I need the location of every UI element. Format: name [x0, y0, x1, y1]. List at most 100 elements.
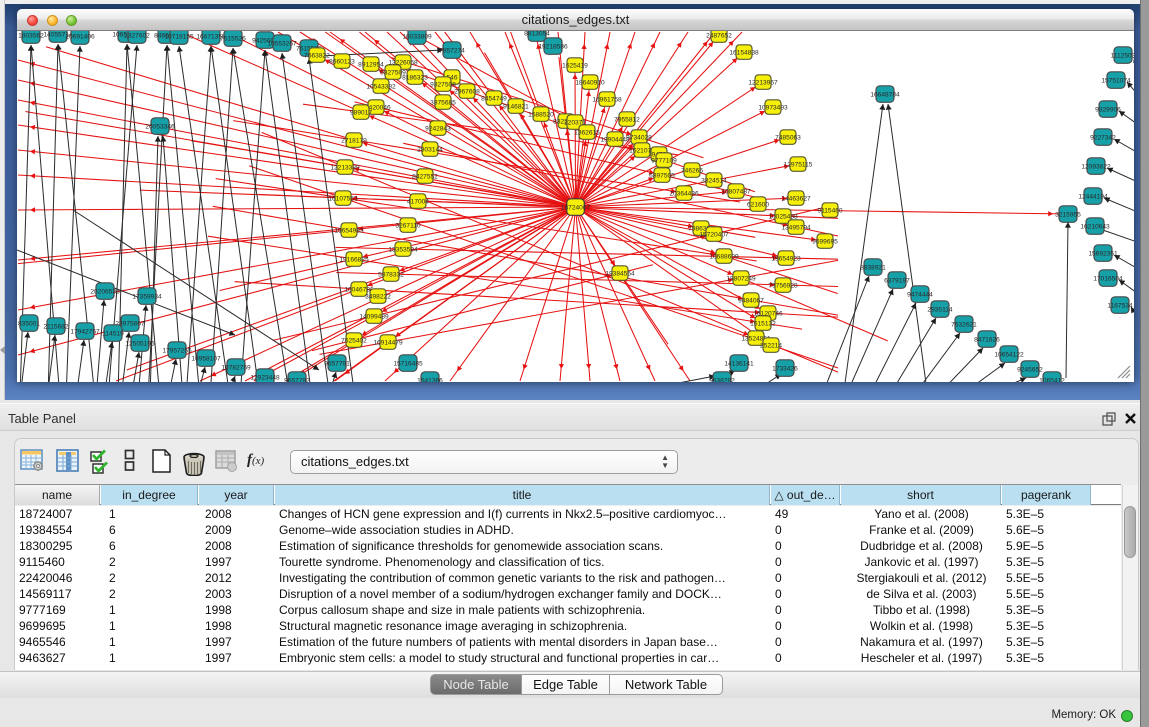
svg-text:2718179: 2718179: [341, 137, 367, 144]
svg-text:2487652: 2487652: [706, 32, 732, 39]
svg-text:7955812: 7955812: [614, 116, 640, 123]
svg-text:17016504: 17016504: [1093, 275, 1123, 282]
svg-text:14136141: 14136141: [724, 360, 754, 367]
svg-text:19654923: 19654923: [771, 255, 801, 262]
svg-text:1362615: 1362615: [574, 129, 600, 136]
svg-text:16033809: 16033809: [402, 33, 432, 40]
svg-text:17942757: 17942757: [70, 328, 100, 335]
svg-text:16914479: 16914479: [373, 339, 403, 346]
svg-text:2115682: 2115682: [43, 323, 69, 330]
svg-text:19654983: 19654983: [334, 227, 364, 234]
svg-text:1112503: 1112503: [1111, 52, 1134, 59]
svg-text:16154838: 16154838: [729, 49, 759, 56]
svg-text:2803144: 2803144: [417, 146, 443, 153]
svg-text:9657791: 9657791: [324, 360, 350, 367]
svg-text:19218586: 19218586: [538, 43, 568, 50]
svg-text:12444194: 12444194: [1078, 193, 1108, 200]
svg-text:3215955: 3215955: [1055, 211, 1081, 218]
svg-text:8813054: 8813054: [524, 31, 550, 37]
svg-text:12975115: 12975115: [784, 161, 813, 168]
svg-text:9146821: 9146821: [503, 103, 529, 110]
svg-text:7857274: 7857274: [439, 47, 465, 54]
svg-text:9245652: 9245652: [1017, 366, 1043, 373]
svg-text:3267110: 3267110: [395, 222, 421, 229]
svg-text:6897505: 6897505: [649, 172, 675, 179]
svg-text:9484067: 9484067: [738, 297, 764, 304]
svg-text:20364436: 20364436: [669, 190, 699, 197]
svg-text:3498222: 3498222: [365, 293, 391, 300]
svg-text:16961758: 16961758: [592, 96, 622, 103]
svg-text:8454749: 8454749: [481, 95, 507, 102]
svg-text:9638292: 9638292: [709, 377, 735, 382]
svg-text:5878332: 5878332: [378, 271, 404, 278]
svg-text:18640910: 18640910: [575, 79, 605, 86]
svg-text:9657792: 9657792: [284, 377, 310, 382]
svg-text:1625419: 1625419: [562, 62, 588, 69]
svg-text:13495794: 13495794: [781, 224, 811, 231]
svg-text:12923448: 12923448: [250, 374, 280, 381]
svg-text:17359934: 17359934: [132, 293, 162, 300]
svg-text:20206536: 20206536: [90, 288, 120, 295]
svg-text:12505195: 12505195: [125, 340, 155, 347]
svg-text:10973493: 10973493: [758, 104, 788, 111]
svg-text:835001: 835001: [18, 320, 40, 327]
svg-text:10719155: 10719155: [164, 33, 194, 40]
svg-text:7515526: 7515526: [220, 35, 246, 42]
svg-text:1065412: 1065412: [1039, 377, 1065, 382]
svg-text:16107553: 16107553: [328, 195, 358, 202]
svg-text:7632621: 7632621: [951, 321, 977, 328]
svg-text:9734028: 9734028: [626, 134, 652, 141]
svg-text:9777109: 9777109: [651, 157, 677, 164]
svg-text:17957255: 17957255: [162, 347, 192, 354]
svg-text:13353594: 13353594: [388, 246, 418, 253]
svg-text:10654122: 10654122: [994, 351, 1024, 358]
svg-text:18807249: 18807249: [726, 275, 756, 282]
svg-text:7485063: 7485063: [775, 134, 801, 141]
svg-text:621600: 621600: [747, 201, 769, 208]
svg-text:18724007: 18724007: [561, 204, 591, 211]
svg-text:1733426: 1733426: [772, 365, 798, 372]
svg-text:15692351: 15692351: [1088, 250, 1118, 257]
svg-text:16210643: 16210643: [1080, 223, 1110, 230]
svg-text:989017: 989017: [350, 109, 372, 116]
svg-text:9327508: 9327508: [430, 81, 456, 88]
svg-text:79756928: 79756928: [768, 282, 798, 289]
svg-text:19384554: 19384554: [605, 270, 635, 277]
svg-text:1327602: 1327602: [124, 32, 150, 39]
svg-text:14463627: 14463627: [781, 195, 811, 202]
svg-text:20053346: 20053346: [145, 123, 175, 130]
svg-text:7625402: 7625402: [341, 337, 367, 344]
svg-text:12213389: 12213389: [330, 164, 360, 171]
svg-text:8660123: 8660123: [329, 58, 355, 65]
svg-text:12093822: 12093822: [1081, 163, 1111, 170]
svg-text:9242843: 9242843: [425, 125, 451, 132]
svg-text:12213967: 12213967: [748, 79, 778, 86]
svg-text:6379197: 6379197: [884, 277, 910, 284]
svg-text:1541366: 1541366: [417, 377, 443, 382]
svg-text:417004: 417004: [407, 198, 429, 205]
svg-text:10807487: 10807487: [721, 188, 751, 195]
svg-text:9115460: 9115460: [817, 207, 843, 214]
svg-text:746266: 746266: [681, 167, 703, 174]
svg-text:15716485: 15716485: [393, 360, 423, 367]
svg-text:19166825: 19166825: [339, 256, 369, 263]
svg-text:1615132: 1615132: [750, 320, 776, 327]
svg-text:15720407: 15720407: [699, 231, 729, 238]
svg-text:9329906: 9329906: [1095, 106, 1121, 113]
svg-text:114519: 114519: [102, 330, 124, 337]
svg-text:1588520: 1588520: [528, 111, 554, 118]
svg-text:8912954: 8912954: [358, 61, 384, 68]
svg-text:1167534: 1167534: [1107, 302, 1133, 309]
svg-text:8471626: 8471626: [974, 336, 1000, 343]
svg-text:10958107: 10958107: [191, 355, 221, 362]
svg-text:8427552: 8427552: [412, 173, 438, 180]
svg-text:15751074: 15751074: [1101, 77, 1131, 84]
svg-text:14099489: 14099489: [359, 313, 389, 320]
svg-text:9227342: 9227342: [1090, 134, 1116, 141]
svg-text:2967608: 2967608: [454, 88, 480, 95]
svg-text:16782759: 16782759: [221, 364, 251, 371]
svg-text:8938921: 8938921: [860, 264, 886, 271]
svg-text:20691406: 20691406: [65, 33, 95, 40]
svg-text:252214: 252214: [760, 342, 782, 349]
svg-text:3824514: 3824514: [701, 177, 727, 184]
